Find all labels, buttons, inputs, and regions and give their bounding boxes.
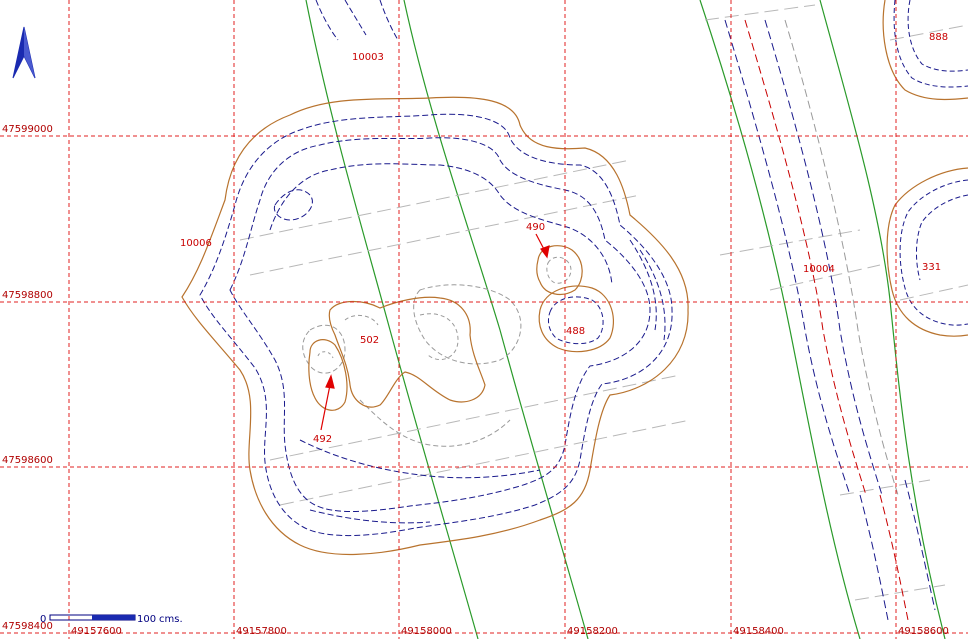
contour-490 bbox=[546, 256, 572, 284]
northing-label: 47599000 bbox=[2, 124, 53, 135]
contour-inner bbox=[269, 163, 613, 286]
feature-10003-stripes bbox=[315, 0, 399, 41]
scale-bar-fill bbox=[92, 615, 135, 620]
stripe-10004-c bbox=[764, 19, 883, 496]
leader-arrows bbox=[320, 233, 550, 431]
feature-label-502: 502 bbox=[360, 335, 379, 346]
light-contours bbox=[302, 284, 522, 447]
feature-label-10006: 10006 bbox=[180, 238, 212, 249]
main-contours bbox=[199, 113, 673, 537]
easting-label: 49157800 bbox=[236, 626, 287, 637]
arrow-490-head bbox=[540, 245, 550, 259]
contours-888 bbox=[893, 0, 968, 88]
arrow-492-head bbox=[325, 374, 335, 389]
boundary-10006 bbox=[181, 96, 689, 556]
stripe-10004-g bbox=[904, 479, 936, 611]
trench-band-d bbox=[839, 479, 946, 601]
northing-label: 47598800 bbox=[2, 290, 53, 301]
feature-label-10003: 10003 bbox=[352, 52, 384, 63]
feature-labels: 10003 10006 490 488 502 492 10004 331 88… bbox=[180, 32, 948, 445]
easting-label: 49158400 bbox=[733, 626, 784, 637]
feature-10004-stripes bbox=[724, 19, 936, 621]
stripe-10004-d bbox=[784, 19, 899, 496]
light-contour-a bbox=[413, 284, 522, 365]
feature-label-10004: 10004 bbox=[803, 264, 835, 275]
feature-label-490: 490 bbox=[526, 222, 545, 233]
contour-west-loop bbox=[273, 189, 313, 221]
stripe-10003-a bbox=[315, 0, 339, 41]
feature-label-888: 888 bbox=[929, 32, 948, 43]
contours-331 bbox=[899, 179, 968, 326]
northing-label: 47598600 bbox=[2, 455, 53, 466]
scale-bar: 0 100 cms. bbox=[40, 614, 183, 625]
stripe-10004-e bbox=[859, 494, 889, 621]
stripe-10003-c bbox=[344, 0, 367, 36]
trench-band-e bbox=[889, 24, 968, 301]
contour-492 bbox=[317, 351, 334, 359]
easting-labels: 49157600 49157800 49158000 49158200 4915… bbox=[71, 626, 949, 637]
contour-888-a bbox=[893, 0, 968, 88]
light-contour-c bbox=[359, 399, 511, 447]
stripe-10004-a bbox=[724, 19, 851, 496]
feature-label-488: 488 bbox=[566, 326, 585, 337]
channel-lines bbox=[305, 0, 946, 639]
boundary-488 bbox=[538, 285, 614, 353]
channel-line-right-b bbox=[819, 0, 946, 639]
stripe-10003-b bbox=[379, 0, 399, 41]
trench-band-a bbox=[239, 159, 641, 276]
easting-label: 49157600 bbox=[71, 626, 122, 637]
scale-unit-label: cms. bbox=[159, 614, 183, 625]
contour-outer bbox=[199, 113, 673, 537]
feature-label-492: 492 bbox=[313, 434, 332, 445]
northing-labels: 47599000 47598800 47598600 47598400 bbox=[2, 124, 53, 632]
north-arrow-icon bbox=[12, 26, 36, 79]
easting-label: 49158200 bbox=[567, 626, 618, 637]
scale-start-label: 0 bbox=[40, 614, 46, 625]
grid-lines bbox=[0, 0, 968, 639]
easting-label: 49158600 bbox=[898, 626, 949, 637]
boundary-331 bbox=[886, 167, 968, 337]
feature-label-331: 331 bbox=[922, 262, 941, 273]
contour-331-a bbox=[899, 179, 968, 326]
excavation-plan-map: 47599000 47598800 47598600 47598400 4915… bbox=[0, 0, 968, 639]
easting-label: 49158000 bbox=[401, 626, 452, 637]
channel-line-left-a bbox=[305, 0, 479, 639]
channel-line-right-a bbox=[699, 0, 861, 639]
scale-end-label: 100 bbox=[137, 614, 156, 625]
